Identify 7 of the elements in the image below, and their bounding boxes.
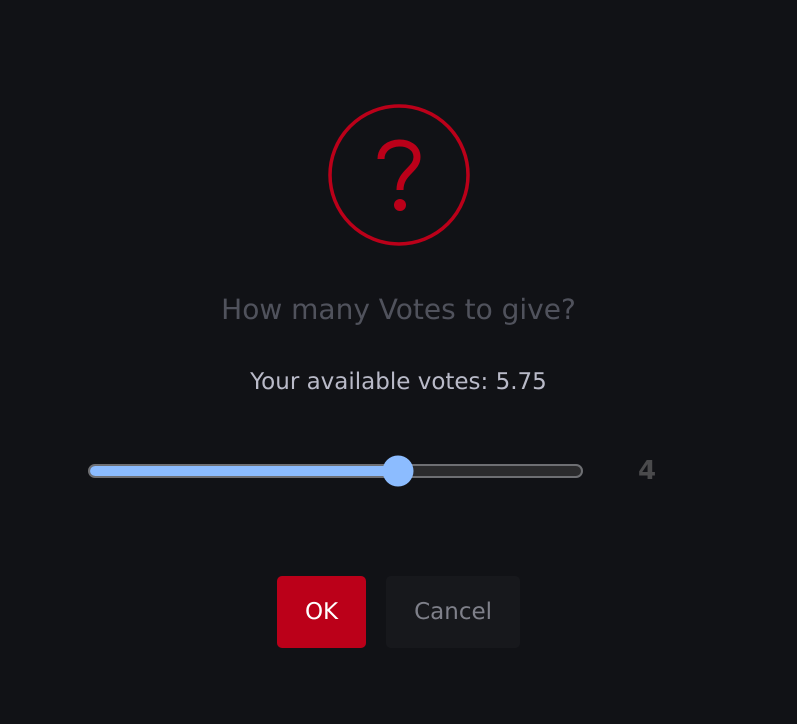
- ok-button[interactable]: OK: [276, 576, 366, 648]
- question-icon: [328, 104, 470, 246]
- cancel-button[interactable]: Cancel: [386, 576, 520, 648]
- slider-thumb[interactable]: [382, 455, 414, 486]
- slider-value: 4: [638, 456, 656, 486]
- available-votes-text: Your available votes: 5.75: [250, 368, 547, 397]
- dialog-title: How many Votes to give?: [221, 293, 576, 327]
